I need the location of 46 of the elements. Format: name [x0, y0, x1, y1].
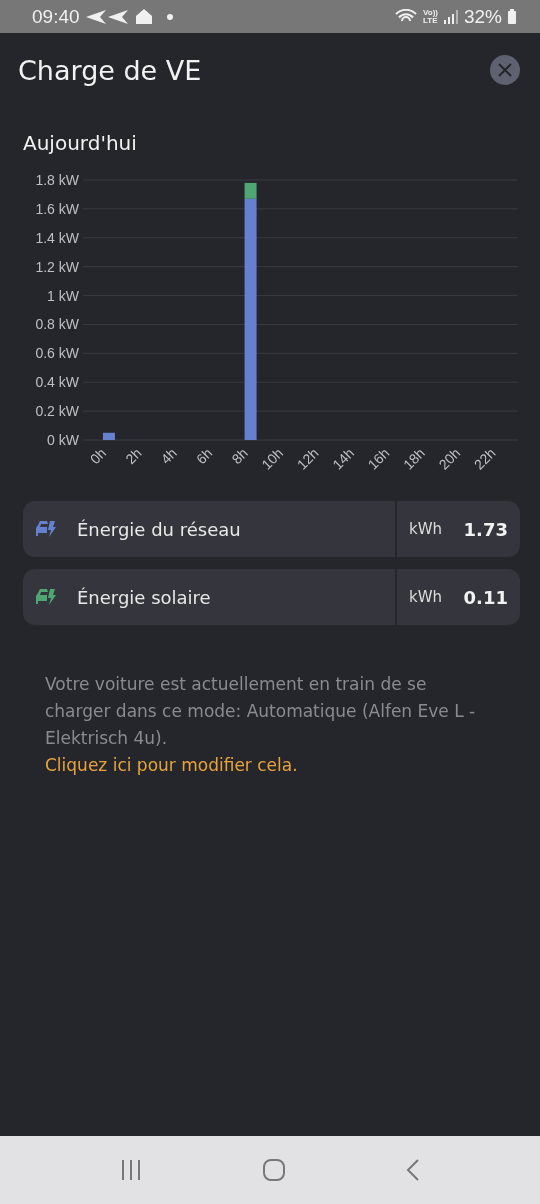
axis-label: 16h — [364, 444, 393, 473]
close-button[interactable] — [490, 55, 520, 85]
axis-label: 10h — [258, 444, 287, 473]
send-icon — [85, 9, 130, 24]
axis-label: 1.2 kW — [35, 258, 79, 275]
network-label: Vo)) LTE — [423, 8, 438, 25]
axis-label: 14h — [329, 444, 358, 473]
energy-label: Énergie solaire — [77, 586, 212, 608]
signal-icon — [443, 9, 458, 24]
unit-label: kWh — [409, 588, 443, 606]
unit-label: kWh — [409, 520, 443, 538]
axis-label: 1.8 kW — [35, 172, 79, 188]
energy-label: Énergie du réseau — [77, 518, 242, 540]
axis-label: 8h — [228, 444, 251, 468]
energy-value: 0.11 — [463, 586, 508, 608]
back-icon[interactable] — [406, 1158, 420, 1182]
recent-apps-icon[interactable] — [120, 1159, 142, 1181]
home-icon — [135, 9, 152, 24]
axis-label: 1.6 kW — [35, 200, 79, 217]
chart-bar — [102, 432, 115, 440]
axis-label: 20h — [435, 444, 464, 473]
section-title: Aujourd'hui — [23, 131, 138, 155]
status-time: 09:40 — [32, 5, 80, 28]
home-button-icon[interactable] — [262, 1158, 286, 1182]
axis-label: 0.8 kW — [35, 316, 79, 333]
axis-label: 0.4 kW — [35, 374, 79, 391]
close-icon — [497, 62, 513, 78]
axis-label: 0 kW — [47, 432, 79, 448]
axis-label: 18h — [400, 444, 428, 473]
battery-percent: 32% — [463, 5, 502, 28]
dot-icon — [165, 12, 174, 21]
axis-label: 1 kW — [47, 287, 79, 304]
dialog-title: Charge de VE — [18, 54, 202, 86]
modify-link[interactable]: Cliquez ici pour modifier cela. — [45, 755, 298, 775]
battery-icon — [508, 9, 516, 24]
axis-label: 4h — [157, 444, 180, 468]
axis-label: 0.6 kW — [35, 345, 79, 362]
axis-label: 22h — [470, 444, 499, 473]
axis-label: 0h — [86, 444, 110, 468]
axis-label: 6h — [193, 444, 216, 468]
description-text: Votre voiture est actuellement en train de se charger dans ce mode: Automatique (Alfen Eve L - Elektrisch 4u). — [45, 673, 477, 750]
axis-label: 2h — [122, 444, 145, 468]
axis-label: 1.4 kW — [35, 229, 79, 246]
axis-label: 12h — [293, 444, 322, 473]
axis-label: 0.2 kW — [35, 403, 79, 420]
energy-value: 1.73 — [463, 518, 508, 540]
